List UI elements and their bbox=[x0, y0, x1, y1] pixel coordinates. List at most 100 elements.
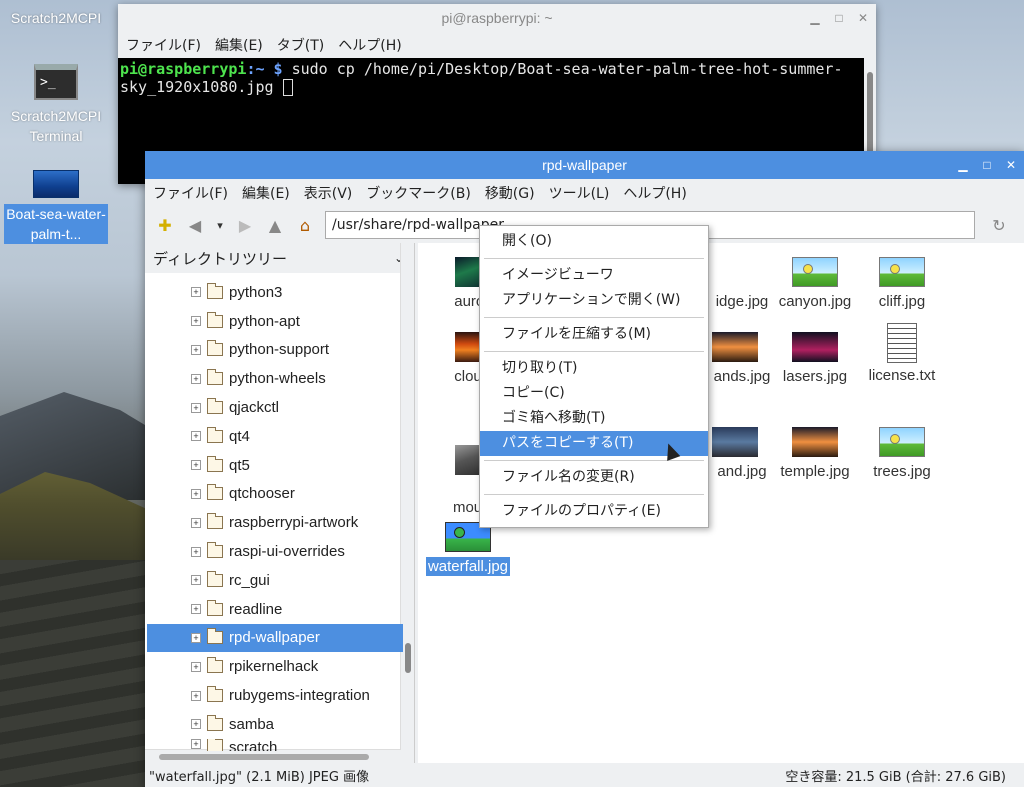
menu-file[interactable]: ファイル(F) bbox=[153, 183, 228, 203]
new-tab-icon[interactable]: ✚ bbox=[153, 213, 177, 237]
terminal-titlebar[interactable]: pi@raspberrypi: ~ ▁ □ ✕ bbox=[118, 4, 876, 32]
ctx-properties[interactable]: ファイルのプロパティ(E) bbox=[480, 499, 708, 524]
menu-tools[interactable]: ツール(L) bbox=[549, 183, 610, 203]
tree-item[interactable]: + rubygems-integration bbox=[147, 681, 403, 710]
tree-item[interactable]: + qtchooser bbox=[147, 480, 403, 509]
history-dropdown-icon[interactable]: ▾ bbox=[213, 213, 227, 237]
forward-icon[interactable]: ▶ bbox=[233, 213, 257, 237]
tree-item-label: scratch bbox=[229, 738, 278, 751]
close-icon[interactable]: ✕ bbox=[1004, 158, 1018, 172]
tree-item[interactable]: + readline bbox=[147, 595, 403, 624]
folder-icon bbox=[207, 714, 223, 731]
menu-go[interactable]: 移動(G) bbox=[485, 183, 535, 203]
tree-item-label: raspi-ui-overrides bbox=[229, 543, 345, 561]
go-icon[interactable]: ↻ bbox=[987, 213, 1011, 237]
ctx-copy[interactable]: コピー(C) bbox=[480, 381, 708, 406]
ctx-cut[interactable]: 切り取り(T) bbox=[480, 356, 708, 381]
tree-item[interactable]: + python-wheels bbox=[147, 364, 403, 393]
desktop-icon-label: Scratch2MCPI bbox=[10, 10, 102, 26]
expand-icon[interactable]: + bbox=[191, 661, 201, 672]
back-icon[interactable]: ◀ bbox=[183, 213, 207, 237]
ctx-open-with[interactable]: アプリケーションで開く(W) bbox=[480, 288, 708, 313]
tree-item[interactable]: + qt4 bbox=[147, 422, 403, 451]
tree-item[interactable]: + scratch bbox=[147, 738, 403, 751]
tree-item-rpd-wallpaper[interactable]: + rpd-wallpaper bbox=[147, 623, 403, 653]
folder-icon bbox=[207, 628, 223, 645]
file-item-waterfall[interactable]: waterfall.jpg bbox=[424, 522, 512, 576]
tree-item-label: qjackctl bbox=[229, 399, 280, 417]
expand-icon[interactable]: + bbox=[191, 719, 201, 730]
maximize-icon[interactable]: □ bbox=[980, 158, 994, 172]
ctx-move-to-trash[interactable]: ゴミ箱へ移動(T) bbox=[480, 406, 708, 431]
folder-icon bbox=[207, 513, 223, 530]
expand-icon[interactable]: + bbox=[191, 604, 201, 615]
close-icon[interactable]: ✕ bbox=[856, 11, 870, 25]
tree-item[interactable]: + rc_gui bbox=[147, 566, 403, 595]
expand-icon[interactable]: + bbox=[191, 517, 201, 528]
desktop-icon-label: Scratch2MCPI Terminal bbox=[10, 108, 102, 144]
window-title: pi@raspberrypi: ~ bbox=[441, 10, 553, 26]
tree-item[interactable]: + python3 bbox=[147, 278, 403, 307]
tree-item[interactable]: + qjackctl bbox=[147, 393, 403, 422]
ctx-image-viewer[interactable]: イメージビューワ bbox=[480, 263, 708, 288]
menu-tabs[interactable]: タブ(T) bbox=[277, 35, 324, 55]
ctx-rename[interactable]: ファイル名の変更(R) bbox=[480, 465, 708, 490]
file-item-license[interactable]: license.txt bbox=[858, 323, 946, 384]
menu-help[interactable]: ヘルプ(H) bbox=[338, 35, 401, 55]
expand-icon[interactable]: + bbox=[191, 316, 201, 327]
image-thumbnail-icon bbox=[33, 170, 79, 198]
folder-icon bbox=[207, 398, 223, 415]
expand-icon[interactable]: + bbox=[191, 738, 201, 749]
expand-icon[interactable]: + bbox=[191, 632, 201, 643]
tree-item[interactable]: + raspberrypi-artwork bbox=[147, 508, 403, 537]
file-item-temple[interactable]: temple.jpg bbox=[771, 427, 859, 480]
window-title: rpd-wallpaper bbox=[542, 157, 627, 173]
file-manager-titlebar[interactable]: rpd-wallpaper ▁ □ ✕ bbox=[145, 151, 1024, 179]
selection-info: "waterfall.jpg" (2.1 MiB) JPEG 画像 bbox=[149, 769, 370, 785]
file-item-lasers[interactable]: lasers.jpg bbox=[771, 332, 859, 385]
tree-hscrollbar[interactable] bbox=[145, 749, 401, 763]
expand-icon[interactable]: + bbox=[191, 373, 201, 384]
expand-icon[interactable]: + bbox=[191, 402, 201, 413]
expand-icon[interactable]: + bbox=[191, 690, 201, 701]
desktop-icon-scratch2mcpi-terminal[interactable]: >_ Scratch2MCPI Terminal bbox=[4, 64, 108, 146]
expand-icon[interactable]: + bbox=[191, 460, 201, 471]
tree-item[interactable]: + python-apt bbox=[147, 307, 403, 336]
file-item-trees[interactable]: trees.jpg bbox=[858, 427, 946, 480]
tree-item[interactable]: + qt5 bbox=[147, 451, 403, 480]
tree-item[interactable]: + rpikernelhack bbox=[147, 652, 403, 681]
minimize-icon[interactable]: ▁ bbox=[956, 158, 970, 172]
prompt-user: pi@raspberrypi bbox=[120, 60, 247, 78]
tree-item[interactable]: + raspi-ui-overrides bbox=[147, 537, 403, 566]
file-item-cliff[interactable]: cliff.jpg bbox=[858, 257, 946, 310]
file-manager-menubar: ファイル(F) 編集(E) 表示(V) ブックマーク(B) 移動(G) ツール(… bbox=[145, 179, 1024, 207]
tree-item[interactable]: + python-support bbox=[147, 336, 403, 365]
home-icon[interactable]: ⌂ bbox=[293, 213, 317, 237]
up-icon[interactable]: ▲ bbox=[263, 213, 287, 237]
expand-icon[interactable]: + bbox=[191, 344, 201, 355]
expand-icon[interactable]: + bbox=[191, 575, 201, 586]
ctx-open[interactable]: 開く(O) bbox=[480, 229, 708, 254]
terminal-icon: >_ bbox=[34, 64, 78, 100]
tree-item-label: python-support bbox=[229, 341, 330, 359]
tree-header[interactable]: ディレクトリツリー ⌄ bbox=[145, 243, 414, 273]
tree-item[interactable]: + samba bbox=[147, 710, 403, 739]
expand-icon[interactable]: + bbox=[191, 546, 201, 557]
expand-icon[interactable]: + bbox=[191, 431, 201, 442]
file-item-canyon[interactable]: canyon.jpg bbox=[771, 257, 859, 310]
menu-file[interactable]: ファイル(F) bbox=[126, 35, 201, 55]
menu-bookmarks[interactable]: ブックマーク(B) bbox=[366, 183, 471, 203]
menu-edit[interactable]: 編集(E) bbox=[215, 35, 263, 55]
menu-view[interactable]: 表示(V) bbox=[304, 183, 353, 203]
folder-icon bbox=[207, 686, 223, 703]
minimize-icon[interactable]: ▁ bbox=[808, 11, 822, 25]
expand-icon[interactable]: + bbox=[191, 488, 201, 499]
desktop-icon-scratch2mcpi[interactable]: Scratch2MCPI bbox=[4, 8, 108, 28]
folder-icon bbox=[207, 282, 223, 299]
expand-icon[interactable]: + bbox=[191, 287, 201, 298]
ctx-compress[interactable]: ファイルを圧縮する(M) bbox=[480, 322, 708, 347]
menu-edit[interactable]: 編集(E) bbox=[242, 183, 290, 203]
maximize-icon[interactable]: □ bbox=[832, 11, 846, 25]
desktop-icon-boat-image[interactable]: Boat-sea-water-palm-t... bbox=[4, 170, 108, 244]
menu-help[interactable]: ヘルプ(H) bbox=[623, 183, 686, 203]
